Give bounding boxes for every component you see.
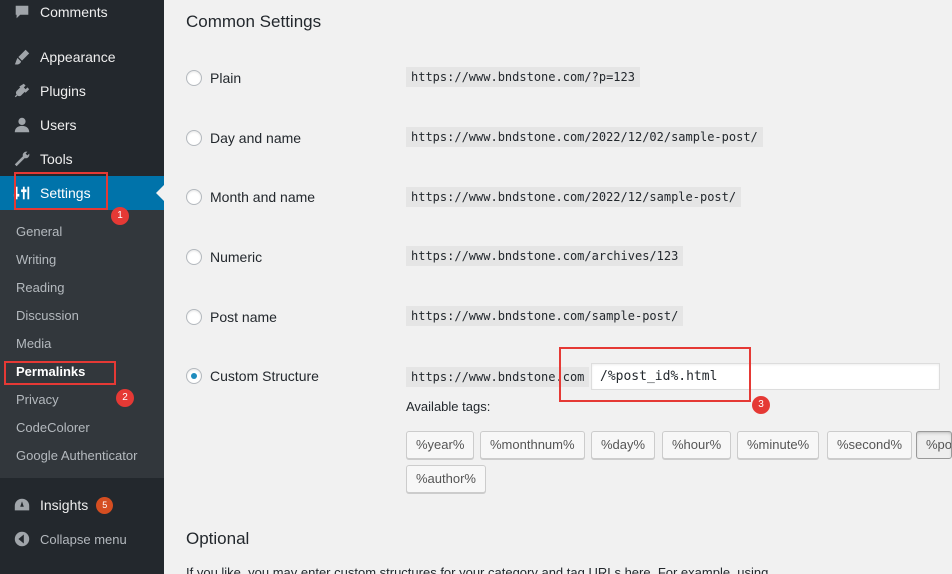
option-label: Numeric [210,249,263,265]
user-icon [12,115,32,135]
wrench-icon [12,149,32,169]
menu-item-tools[interactable]: Tools [0,142,164,176]
collapse-arrow-icon [12,529,32,549]
option-month-and-name[interactable] [186,189,202,205]
option-plain[interactable] [186,70,202,86]
tag-button-postname[interactable]: %po [916,431,952,459]
submenu-privacy[interactable]: Privacy [16,392,59,407]
active-menu-arrow [156,185,164,201]
plug-icon [12,81,32,101]
menu-label: Insights [40,497,89,513]
option-label: Plain [210,70,242,86]
available-tags-label: Available tags: [406,399,491,414]
tag-button-minute[interactable]: %minute% [737,431,820,459]
collapse-label: Collapse menu [40,531,127,547]
main-content: Common Settings Plain https://www.bndsto… [164,0,952,574]
tag-button-year[interactable]: %year% [406,431,475,459]
example-url: https://www.bndstone.com/sample-post/ [406,306,684,326]
tag-button-hour[interactable]: %hour% [662,431,732,459]
annotation-number: 3 [752,396,770,414]
optional-title: Optional [186,529,250,548]
radio-day-and-name[interactable] [186,130,202,146]
menu-item-appearance[interactable]: Appearance [0,40,164,74]
option-day-and-name[interactable] [186,130,202,146]
menu-label: Users [40,117,77,133]
submenu-codecolorer[interactable]: CodeColorer [16,420,90,435]
menu-label: Plugins [40,83,86,99]
menu-item-plugins[interactable]: Plugins [0,74,164,108]
option-label: Month and name [210,189,316,205]
option-numeric[interactable] [186,249,202,265]
tag-button-monthnum[interactable]: %monthnum% [480,431,585,459]
collapse-menu-button[interactable]: Collapse menu [0,522,164,556]
annotation-number: 2 [116,389,134,407]
tag-button-author[interactable]: %author% [406,465,486,493]
menu-label: Tools [40,151,73,167]
menu-label: Comments [40,4,108,20]
menu-item-insights[interactable]: Insights 5 [0,488,164,522]
example-url: https://www.bndstone.com/archives/123 [406,246,684,266]
brush-icon [12,47,32,67]
menu-label: Appearance [40,49,116,65]
radio-custom-structure[interactable] [186,368,202,384]
example-url: https://www.bndstone.com/2022/12/02/samp… [406,127,763,147]
option-label: Custom Structure [210,368,319,384]
radio-post-name[interactable] [186,309,202,325]
submenu-media[interactable]: Media [16,336,51,351]
annotation-number: 1 [111,207,129,225]
annotation-box-custom-structure [559,347,751,402]
annotation-box-permalinks [4,361,116,385]
chart-gauge-icon [12,495,32,515]
menu-item-comments[interactable]: Comments [0,0,164,29]
option-label: Day and name [210,130,302,146]
tag-button-second[interactable]: %second% [827,431,913,459]
submenu-general[interactable]: General [16,224,62,239]
annotation-box-settings [14,172,108,210]
comment-icon [12,2,32,22]
option-post-name[interactable] [186,309,202,325]
example-url: https://www.bndstone.com/?p=123 [406,67,640,87]
menu-item-users[interactable]: Users [0,108,164,142]
radio-numeric[interactable] [186,249,202,265]
submenu-writing[interactable]: Writing [16,252,56,267]
radio-plain[interactable] [186,70,202,86]
settings-submenu: General Writing Reading Discussion Media… [0,210,164,478]
submenu-reading[interactable]: Reading [16,280,64,295]
submenu-google-authenticator[interactable]: Google Authenticator [16,448,137,463]
insights-count-badge: 5 [96,496,114,514]
admin-sidebar: Comments Appearance Plugins Users Tools … [0,0,164,574]
tag-button-day[interactable]: %day% [591,431,656,459]
example-url: https://www.bndstone.com/2022/12/sample-… [406,187,742,207]
option-label: Post name [210,309,277,325]
option-custom-structure[interactable] [186,368,202,384]
optional-description: If you like, you may enter custom struct… [186,565,769,574]
common-settings-title: Common Settings [186,12,322,31]
submenu-discussion[interactable]: Discussion [16,308,79,323]
radio-month-and-name[interactable] [186,189,202,205]
